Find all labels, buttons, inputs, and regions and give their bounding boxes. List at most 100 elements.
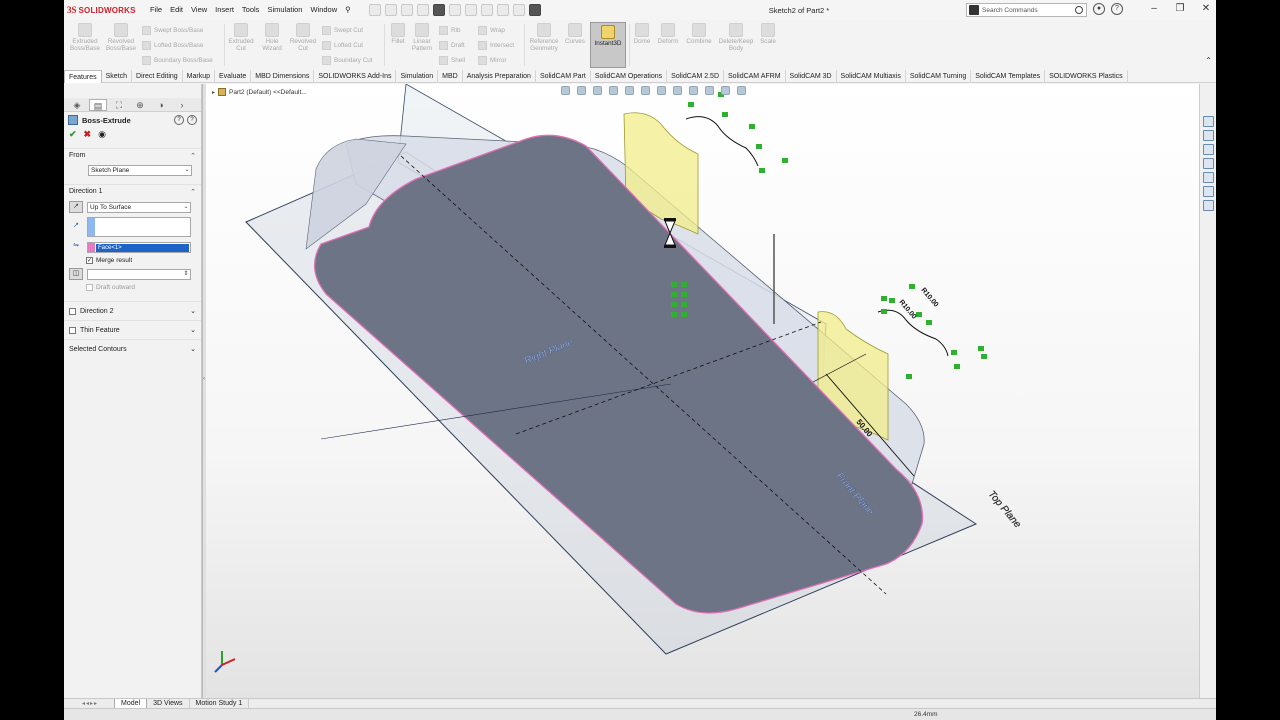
section-view-icon[interactable] [609,86,618,95]
help-icon[interactable]: ? [1111,3,1123,15]
tab-direct-editing[interactable]: Direct Editing [132,70,183,83]
solidcam-icon[interactable] [1202,200,1214,211]
tab-solidcam-templates[interactable]: SolidCAM Templates [971,70,1046,83]
tab-solidcam-turning[interactable]: SolidCAM Turning [906,70,972,83]
restore-icon[interactable]: ❐ [1170,3,1190,14]
revolved-boss-button[interactable]: Revolved Boss/Base [104,23,138,52]
tab-scroll-arrows-icon[interactable]: ◂◂▸▸ [64,700,114,707]
tab-mbd-dimensions[interactable]: MBD Dimensions [251,70,315,83]
new-document-icon[interactable] [385,4,397,16]
rib-button[interactable]: Rib [439,26,460,35]
file-properties-icon[interactable] [513,4,525,16]
curves-button[interactable]: Curves [563,23,587,45]
select-icon[interactable] [481,4,493,16]
help-icon[interactable]: ? [187,115,197,125]
from-select[interactable]: Sketch Plane ⌄ [88,165,192,176]
tab-mbd[interactable]: MBD [438,70,463,83]
tab-sketch[interactable]: Sketch [102,70,133,83]
undo-icon[interactable] [449,4,461,16]
tab-features[interactable]: Features [64,70,102,83]
combine-button[interactable]: Combine [683,23,715,45]
spinner-icon[interactable]: ⇕ [182,270,190,279]
tab-evaluate[interactable]: Evaluate [215,70,252,83]
tab-motion-study-1[interactable]: Motion Study 1 [190,698,250,709]
hide-show-items-icon[interactable] [673,86,682,95]
menu-view[interactable]: View [187,5,211,14]
search-icon[interactable] [1075,6,1083,14]
user-icon[interactable]: ● [1093,3,1105,15]
menu-insert[interactable]: Insert [211,5,238,14]
expand-tree-icon[interactable]: ▸ [212,89,215,96]
collapse-ribbon-icon[interactable]: ⌃ [1205,56,1212,65]
configuration-manager-tab-icon[interactable]: ⛶ [110,99,128,111]
swept-boss-button[interactable]: Swept Boss/Base [142,26,203,35]
dimxpert-tab-icon[interactable]: ⊕ [131,99,149,111]
feature-manager-tab-icon[interactable]: ◈ [68,99,86,111]
tab-solidcam-3d[interactable]: SolidCAM 3D [786,70,837,83]
draft-angle-input[interactable]: ⇕ [87,268,191,280]
design-library-icon[interactable] [1202,130,1214,141]
display-pane-icon[interactable] [737,86,746,95]
chevron-up-icon[interactable]: ⌃ [190,152,196,160]
menu-tools[interactable]: Tools [238,5,264,14]
tab-solidworks-add-ins[interactable]: SOLIDWORKS Add-Ins [314,70,397,83]
dynamic-annotation-icon[interactable] [625,86,634,95]
property-manager-tab-icon[interactable]: ▤ [89,98,107,111]
reference-geometry-button[interactable]: Reference Geometry [526,23,562,52]
cancel-x-icon[interactable]: ✖ [84,129,92,140]
deform-button[interactable]: Deform [654,23,682,45]
display-style-icon[interactable] [657,86,666,95]
menu-window[interactable]: Window [306,5,341,14]
dimension-r10-label[interactable]: R10.00 [919,287,939,309]
direction1-group-header[interactable]: Direction 1 ⌃ [64,184,201,199]
boundary-boss-button[interactable]: Boundary Boss/Base [142,56,213,65]
pin-icon[interactable]: ⚲ [341,5,355,14]
draft-outward-checkbox[interactable]: Draft outward [64,282,201,293]
dimension-r10-label[interactable]: R10.00 [897,299,917,321]
face-selection-box[interactable]: Face<1> [87,241,191,253]
delete-keep-body-button[interactable]: Delete/Keep Body [716,23,756,52]
face-selection-item[interactable]: Face<1> [96,243,189,252]
preview-eye-icon[interactable]: ◉ [98,129,106,140]
print-icon[interactable] [433,4,445,16]
fillet-button[interactable]: Fillet [386,23,410,45]
menu-simulation[interactable]: Simulation [263,5,306,14]
extruded-cut-button[interactable]: Extruded Cut [226,23,256,52]
extruded-boss-button[interactable]: Extruded Boss/Base [68,23,102,52]
direction2-checkbox[interactable] [69,307,76,315]
file-explorer-icon[interactable] [1202,144,1214,155]
breadcrumb[interactable]: ▸ Part2 (Default) <<Default... [212,88,307,96]
minimize-icon[interactable]: – [1144,3,1164,14]
view-orientation-icon[interactable] [641,86,650,95]
view-settings-icon[interactable] [721,86,730,95]
direction-vector-selection[interactable] [87,217,191,237]
thin-feature-group[interactable]: Thin Feature ⌄ [64,320,201,339]
custom-properties-icon[interactable] [1202,186,1214,197]
shell-button[interactable]: Shell [439,56,465,65]
rebuild-icon[interactable] [497,4,509,16]
chevron-down-icon[interactable]: ⌄ [190,345,196,353]
chevron-down-icon[interactable]: ⌄ [190,326,196,334]
end-condition-select[interactable]: Up To Surface ⌄ [87,201,191,213]
previous-view-icon[interactable] [593,86,602,95]
appearances-icon[interactable] [1202,172,1214,183]
tab-solidworks-plastics[interactable]: SOLIDWORKS Plastics [1045,70,1128,83]
selected-contours-group[interactable]: Selected Contours ⌄ [64,339,201,358]
tab-3d-views[interactable]: 3D Views [147,698,190,709]
search-input[interactable]: Search Commands [982,7,1075,14]
tab-solidcam-part[interactable]: SolidCAM Part [536,70,591,83]
more-tabs-icon[interactable]: › [173,99,191,111]
tab-solidcam-2-5d[interactable]: SolidCAM 2.5D [667,70,725,83]
swept-cut-button[interactable]: Swept Cut [322,26,363,35]
options-gear-icon[interactable] [529,4,541,16]
tab-model[interactable]: Model [114,698,148,709]
direction2-group[interactable]: Direction 2 ⌄ [64,301,201,320]
tab-solidcam-afrm[interactable]: SolidCAM AFRM [724,70,786,83]
tab-solidcam-operations[interactable]: SolidCAM Operations [591,70,668,83]
chevron-down-icon[interactable]: ⌄ [190,307,196,315]
edit-appearance-icon[interactable] [689,86,698,95]
tab-simulation[interactable]: Simulation [396,70,439,83]
menu-edit[interactable]: Edit [166,5,187,14]
redo-icon[interactable] [465,4,477,16]
graphics-area[interactable]: Right Plane Front Plane Top Plane 50.00 … [206,84,1199,698]
